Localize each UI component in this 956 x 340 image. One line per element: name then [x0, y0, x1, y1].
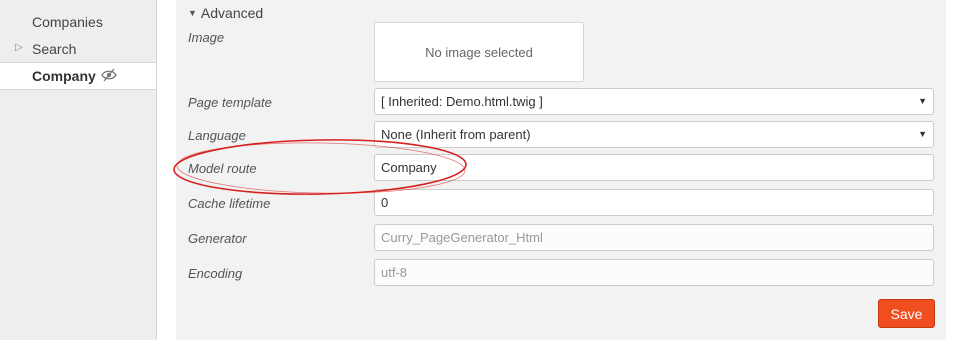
encoding-value: utf-8 [381, 265, 408, 280]
encoding-label: Encoding [188, 266, 243, 281]
image-empty-text: No image selected [425, 44, 533, 60]
save-button[interactable]: Save [878, 299, 935, 328]
page-template-select[interactable]: [ Inherited: Demo.html.twig ] ▼ [374, 88, 934, 115]
cache-lifetime-value: 0 [381, 195, 389, 210]
caret-down-icon: ▼ [918, 96, 927, 106]
language-label: Language [188, 128, 246, 143]
language-select[interactable]: None (Inherit from parent) ▼ [374, 121, 934, 148]
advanced-section-toggle[interactable]: ▼ Advanced [188, 5, 263, 21]
cache-lifetime-input[interactable]: 0 [374, 189, 934, 216]
sidebar-item-label: Companies [32, 14, 103, 30]
model-route-input[interactable]: Company [374, 154, 934, 181]
model-route-value: Company [381, 160, 437, 175]
encoding-input[interactable]: utf-8 [374, 259, 934, 286]
sidebar: Companies ▷ Search Company [0, 0, 157, 340]
generator-label: Generator [188, 231, 247, 246]
triangle-right-icon[interactable]: ▷ [15, 42, 23, 53]
save-button-label: Save [890, 305, 923, 322]
eye-slash-icon[interactable] [101, 68, 117, 82]
section-title: Advanced [200, 5, 264, 21]
sidebar-item-label: Company [32, 68, 96, 84]
image-label: Image [188, 30, 225, 45]
sidebar-item-companies[interactable]: Companies [0, 9, 156, 35]
image-picker[interactable]: No image selected [374, 22, 584, 82]
page-template-label: Page template [188, 95, 272, 110]
sidebar-item-search[interactable]: ▷ Search [0, 36, 156, 62]
language-value: None (Inherit from parent) [381, 127, 531, 142]
caret-down-icon: ▼ [918, 129, 927, 139]
cache-lifetime-label: Cache lifetime [188, 196, 271, 211]
generator-value: Curry_PageGenerator_Html [381, 230, 543, 245]
page-template-value: [ Inherited: Demo.html.twig ] [381, 94, 543, 109]
triangle-down-icon: ▼ [188, 8, 197, 18]
sidebar-item-company[interactable]: Company [0, 62, 156, 90]
sidebar-item-label: Search [32, 41, 77, 57]
model-route-label: Model route [188, 161, 257, 176]
generator-input[interactable]: Curry_PageGenerator_Html [374, 224, 934, 251]
